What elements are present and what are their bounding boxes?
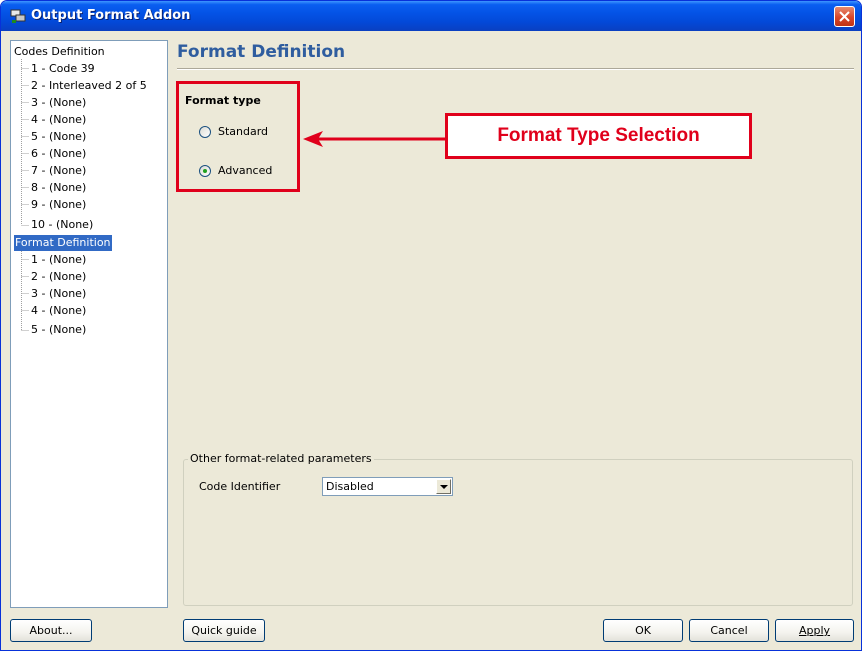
quick-guide-button[interactable]: Quick guide [183, 619, 265, 642]
tree-item-format-4[interactable]: 4 - (None) [31, 303, 86, 319]
other-params-legend: Other format-related parameters [188, 452, 374, 465]
other-params-groupbox [183, 459, 853, 606]
navigation-tree[interactable]: Codes Definition 1 - Code 39 2 - Interle… [10, 40, 168, 608]
app-icon [10, 8, 26, 24]
tree-item-code-10[interactable]: 10 - (None) [31, 217, 93, 233]
header-divider [177, 68, 854, 70]
chevron-down-icon [440, 485, 448, 489]
output-format-addon-window: Output Format Addon Codes Definition 1 -… [0, 0, 862, 651]
code-identifier-select[interactable]: Disabled [322, 477, 453, 496]
tree-item-format-2[interactable]: 2 - (None) [31, 269, 86, 285]
cancel-button[interactable]: Cancel [689, 619, 769, 642]
tree-group-format-definition[interactable]: Format Definition [14, 235, 112, 251]
window-title: Output Format Addon [31, 8, 191, 23]
annotation-highlight-box [176, 81, 300, 192]
close-button[interactable] [834, 6, 855, 27]
tree-item-code-7[interactable]: 7 - (None) [31, 163, 86, 179]
tree-item-code-5[interactable]: 5 - (None) [31, 129, 86, 145]
title-bar[interactable]: Output Format Addon [1, 1, 861, 31]
tree-item-code-6[interactable]: 6 - (None) [31, 146, 86, 162]
tree-item-format-3[interactable]: 3 - (None) [31, 286, 86, 302]
annotation-arrow-icon [303, 131, 445, 147]
tree-item-code-4[interactable]: 4 - (None) [31, 112, 86, 128]
tree-group-codes-definition[interactable]: Codes Definition [14, 44, 105, 60]
close-icon [839, 11, 850, 22]
tree-item-format-1[interactable]: 1 - (None) [31, 252, 86, 268]
apply-button-label: Apply [798, 624, 831, 637]
tree-item-code-1[interactable]: 1 - Code 39 [31, 61, 95, 77]
tree-item-code-3[interactable]: 3 - (None) [31, 95, 86, 111]
page-title: Format Definition [177, 42, 346, 62]
about-button[interactable]: About... [10, 619, 92, 642]
tree-item-code-9[interactable]: 9 - (None) [31, 197, 86, 213]
annotation-callout: Format Type Selection [445, 113, 752, 159]
tree-item-code-2[interactable]: 2 - Interleaved 2 of 5 [31, 78, 147, 94]
dropdown-button[interactable] [436, 479, 451, 494]
tree-item-format-5[interactable]: 5 - (None) [31, 322, 86, 338]
code-identifier-value: Disabled [326, 480, 374, 493]
code-identifier-label: Code Identifier [199, 480, 281, 493]
tree-item-code-8[interactable]: 8 - (None) [31, 180, 86, 196]
apply-button[interactable]: Apply [775, 619, 854, 642]
ok-button[interactable]: OK [603, 619, 683, 642]
